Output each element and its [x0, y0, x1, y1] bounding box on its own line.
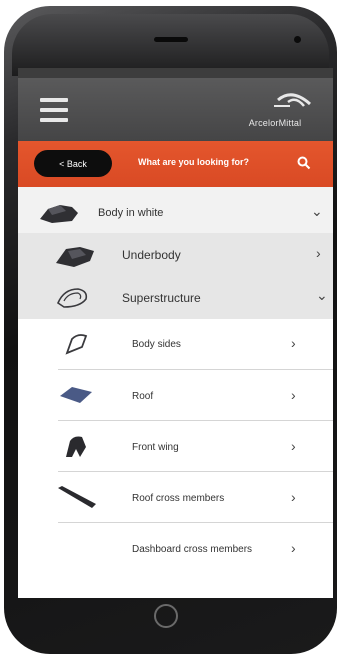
chevron-right-icon: › — [291, 387, 296, 403]
list-item-label: Superstructure — [122, 291, 201, 305]
chevron-right-icon: › — [291, 489, 296, 505]
chevron-right-icon: › — [291, 335, 296, 351]
hamburger-menu-icon[interactable] — [40, 98, 68, 122]
search-prompt[interactable]: What are you looking for? — [138, 157, 249, 167]
status-bar — [18, 68, 333, 78]
list-item-label: Dashboard cross members — [132, 544, 253, 555]
roof-icon — [60, 387, 92, 403]
search-bar: < Back What are you looking for? — [18, 141, 333, 187]
search-icon[interactable] — [297, 156, 311, 170]
chevron-down-icon: ⌄ — [316, 287, 328, 303]
chevron-right-icon: › — [291, 540, 296, 556]
back-button[interactable]: < Back — [34, 150, 112, 177]
list-item-dashboard-cross-members[interactable]: Dashboard cross members › — [18, 523, 333, 573]
list-item-body-sides[interactable]: Body sides › — [18, 319, 333, 369]
roof-cross-members-icon — [58, 486, 96, 508]
list-item-body-in-white[interactable]: Body in white ⌄ — [18, 193, 333, 233]
chevron-right-icon: › — [316, 245, 321, 261]
arcelormittal-logo-icon — [274, 93, 311, 107]
list-item-label: Roof cross members — [132, 493, 225, 504]
list-item-roof-cross-members[interactable]: Roof cross members › — [18, 472, 333, 522]
phone-top-bezel — [12, 14, 329, 76]
app-screen: ArcelorMittal < Back What are you lookin… — [18, 68, 333, 598]
list-item-front-wing[interactable]: Front wing › — [18, 421, 333, 471]
brand-name: ArcelorMittal — [248, 118, 302, 128]
chevron-right-icon: › — [291, 438, 296, 454]
list-item-underbody[interactable]: Underbody › — [18, 233, 333, 277]
chevron-down-icon: ⌄ — [311, 203, 323, 219]
home-button[interactable] — [154, 604, 178, 628]
front-camera — [294, 36, 301, 43]
list-item-label: Body sides — [132, 339, 181, 350]
list-item-label: Underbody — [122, 248, 181, 262]
front-wing-icon — [66, 436, 86, 457]
earpiece — [154, 37, 188, 42]
body-sides-icon — [65, 334, 88, 355]
list-item-superstructure[interactable]: Superstructure ⌄ — [18, 277, 333, 319]
app-header: ArcelorMittal — [18, 78, 333, 141]
list-item-label: Body in white — [98, 207, 164, 219]
list-item-label: Roof — [132, 391, 154, 402]
underbody-icon — [56, 247, 94, 267]
superstructure-icon — [57, 288, 88, 308]
brand-logo: ArcelorMittal — [230, 90, 320, 134]
body-in-white-icon — [40, 205, 78, 223]
list-item-label: Front wing — [132, 442, 179, 453]
list-item-roof[interactable]: Roof › — [18, 370, 333, 420]
